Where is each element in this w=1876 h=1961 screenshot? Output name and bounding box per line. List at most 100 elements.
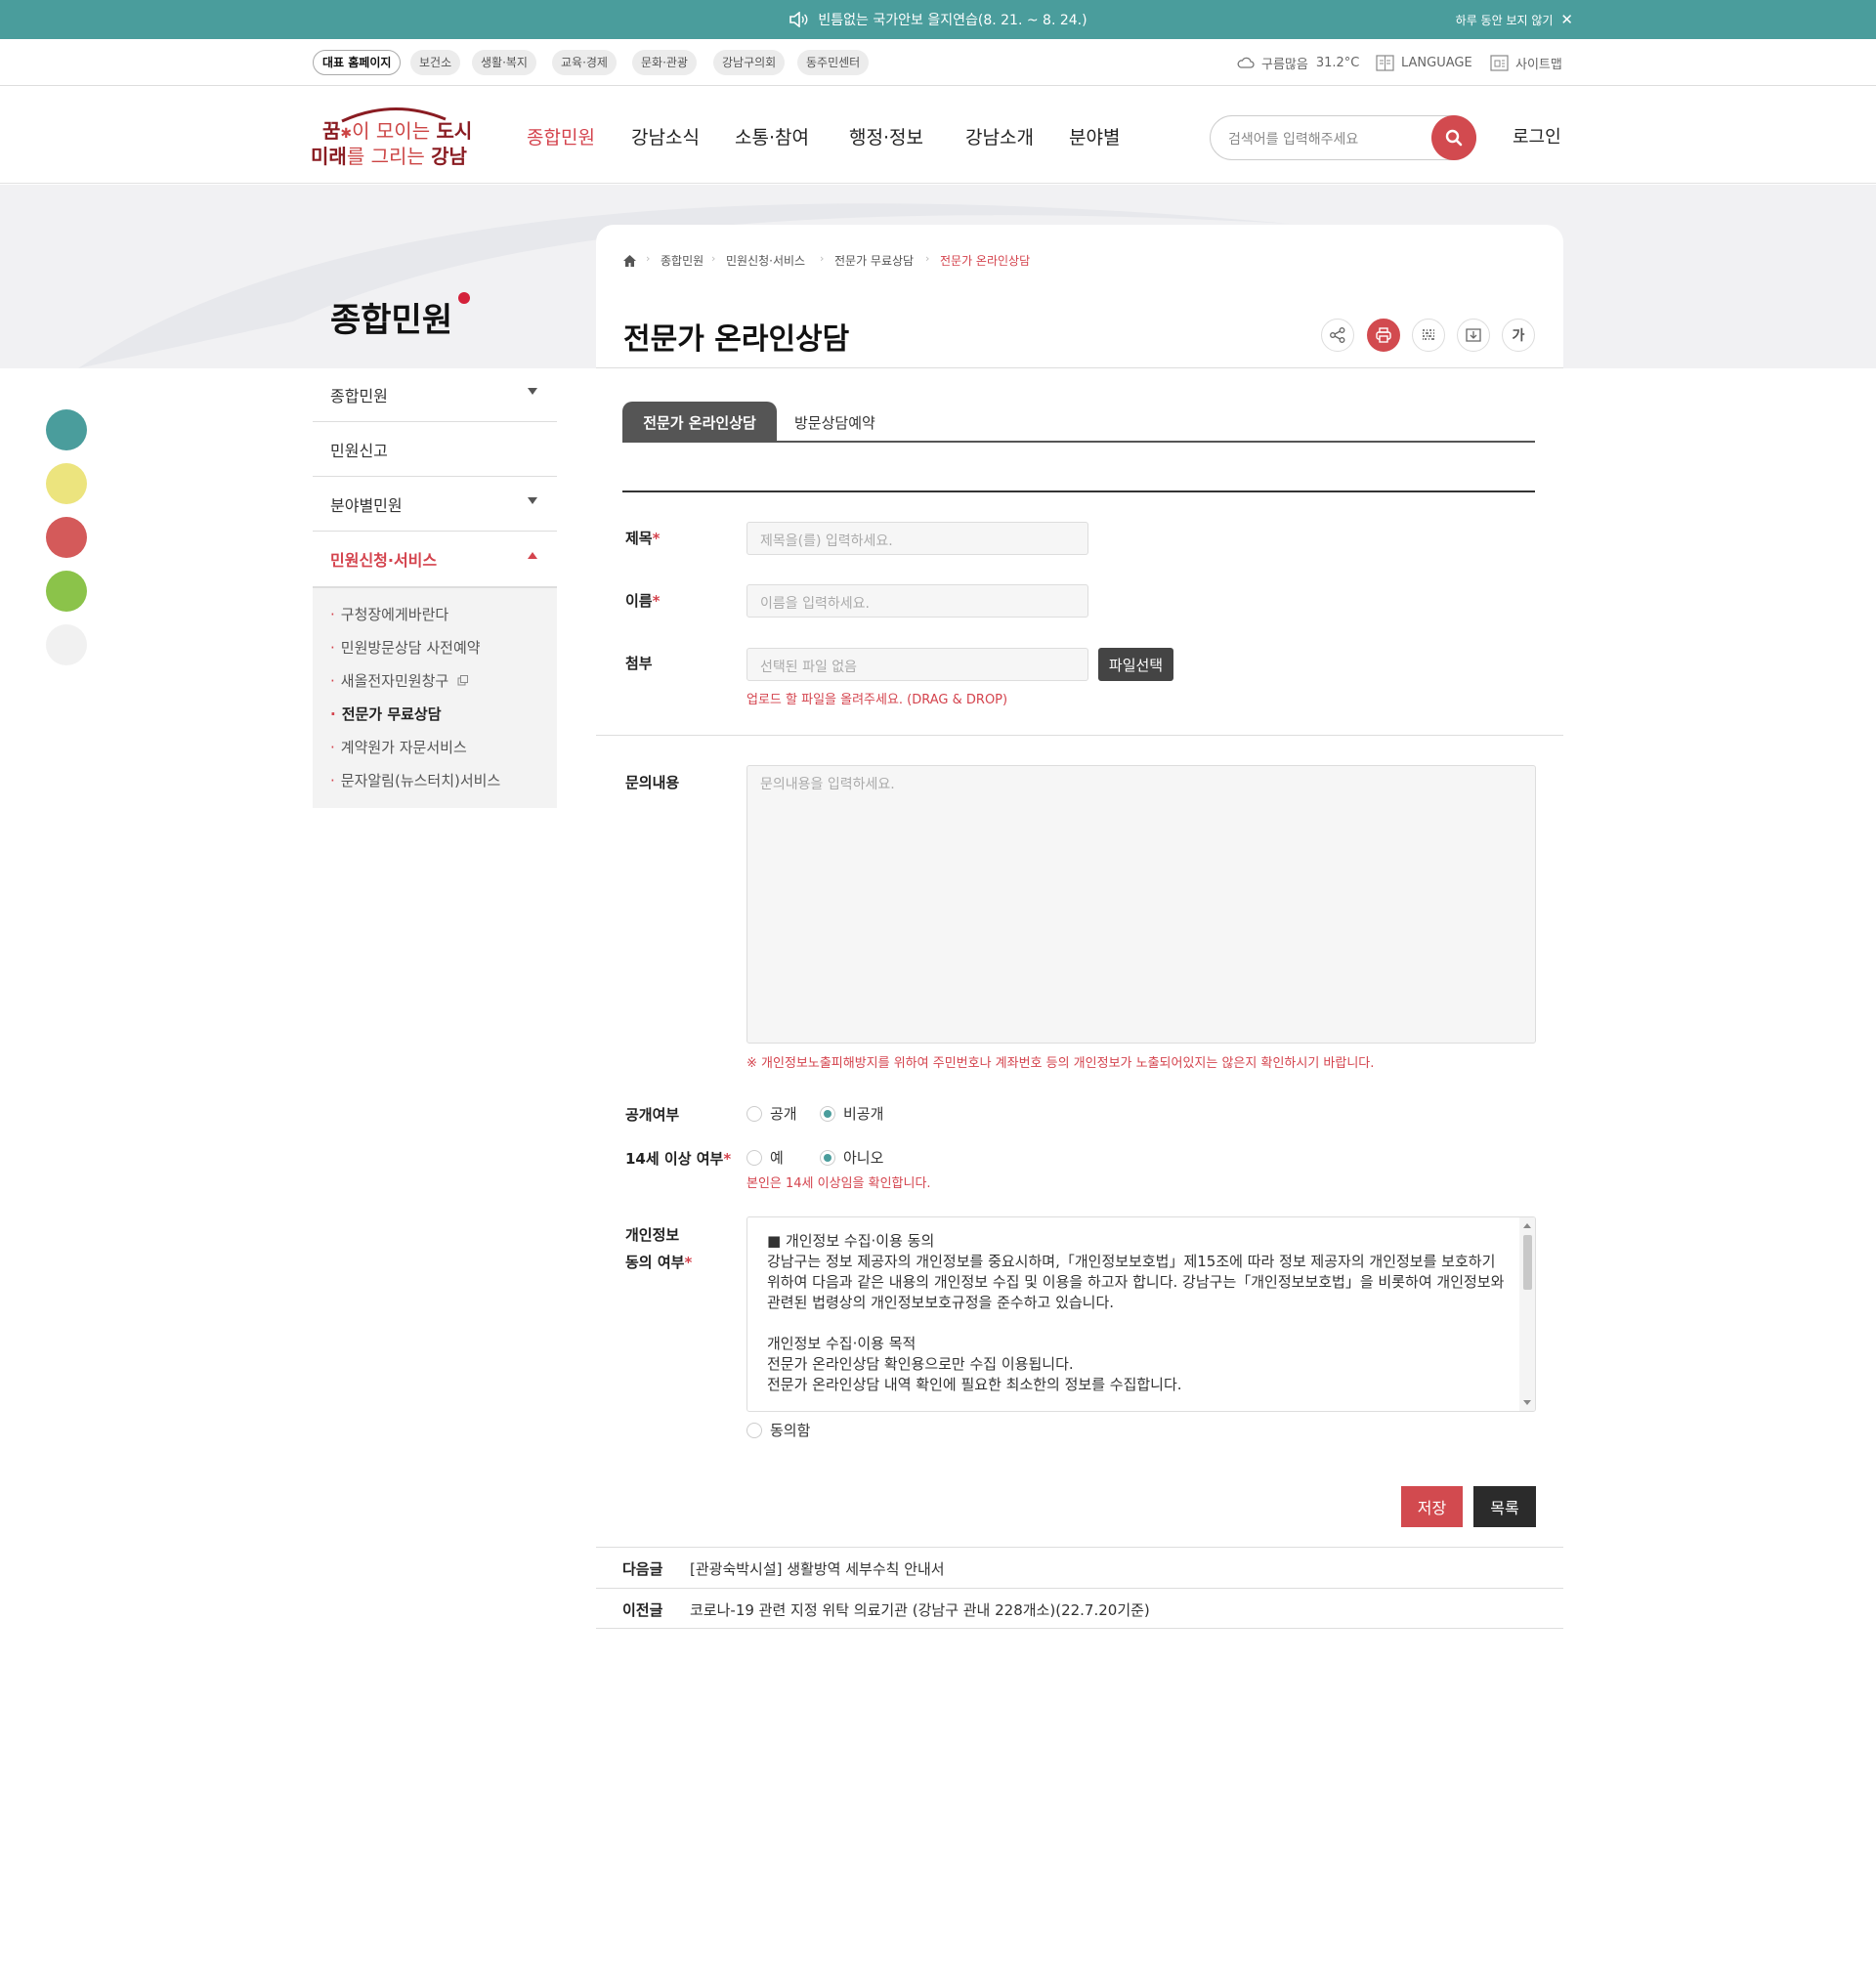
quick-menu-dot[interactable] [46, 571, 87, 612]
consent-checkbox[interactable]: 동의함 [746, 1420, 810, 1440]
age-radio-yes[interactable]: 예 [746, 1147, 784, 1168]
scrollbar[interactable] [1519, 1217, 1535, 1411]
lnb-sub-item-label: 구청장에게바란다 [340, 606, 449, 623]
close-icon: ✕ [1560, 11, 1573, 28]
next-post-row[interactable]: 다음글 [관광숙박시설] 생활방역 세부수칙 안내서 [596, 1547, 1563, 1588]
gnb-item-news[interactable]: 강남소식 [631, 123, 700, 149]
lnb-item-label: 분야별민원 [330, 495, 403, 515]
share-button[interactable] [1321, 319, 1354, 352]
breadcrumb-item[interactable]: 민원신청·서비스 [726, 252, 805, 269]
quick-menu-dot[interactable] [46, 463, 87, 504]
privacy-terms-box[interactable]: ■ 개인정보 수집·이용 동의 강남구는 정보 제공자의 개인정보를 중요시하며… [746, 1216, 1536, 1412]
lnb-sub-item-current[interactable]: · 전문가 무료상담 [330, 703, 442, 724]
lnb-sub-item[interactable]: · 새올전자민원창구 [330, 670, 468, 691]
public-radio-open[interactable]: 공개 [746, 1103, 797, 1124]
public-radio-private[interactable]: 비공개 [820, 1103, 883, 1124]
logo-text: 를 그리는 [346, 145, 432, 168]
tab-underline [622, 441, 1535, 443]
lnb-item-civil-affairs[interactable]: 종합민원 [313, 367, 557, 422]
tab-visit-reservation[interactable]: 방문상담예약 [794, 402, 875, 443]
prev-post-row[interactable]: 이전글 코로나-19 관련 지정 위탁 의료기관 (강남구 관내 228개소)(… [596, 1588, 1563, 1629]
consent-label: 개인정보 동의 여부* [625, 1226, 693, 1271]
chevron-down-icon [528, 497, 537, 504]
site-link-education[interactable]: 교육·경제 [552, 50, 617, 75]
sitemap-label: 사이트맵 [1515, 57, 1562, 72]
sitemap-icon [1490, 54, 1509, 71]
site-link-culture[interactable]: 문화·관광 [632, 50, 697, 75]
radio-label: 아니오 [843, 1149, 884, 1167]
qr-button[interactable] [1412, 319, 1445, 352]
weather-label: 구름많음 [1261, 57, 1308, 72]
gnb-item-by-field[interactable]: 분야별 [1069, 123, 1120, 149]
download-button[interactable] [1457, 319, 1490, 352]
scroll-down-icon[interactable] [1523, 1400, 1531, 1405]
sitemap-button[interactable]: 사이트맵 [1490, 39, 1562, 86]
breadcrumb-separator: › [646, 252, 651, 265]
lnb-sub-item[interactable]: · 구청장에게바란다 [330, 604, 448, 624]
lnb-item-complaint-report[interactable]: 민원신고 [313, 422, 557, 477]
lnb-sub-item[interactable]: · 문자알림(뉴스터치)서비스 [330, 770, 500, 790]
print-button[interactable] [1367, 319, 1400, 352]
breadcrumb-current: 전문가 온라인상담 [940, 254, 1031, 268]
lnb-sub-item[interactable]: · 민원방문상담 사전예약 [330, 637, 481, 658]
lnb-item-application-service[interactable]: 민원신청·서비스 [313, 532, 557, 588]
name-input[interactable]: 이름을 입력하세요. [746, 584, 1088, 618]
page-title: 전문가 온라인상담 [623, 322, 850, 357]
notice-link[interactable]: 빈틈없는 국가안보 을지연습(8. 21. ~ 8. 24.) [0, 0, 1876, 39]
content-textarea[interactable]: 문의내용을 입력하세요. [746, 765, 1536, 1044]
language-button[interactable]: LANGUAGE [1376, 39, 1472, 86]
site-link-council[interactable]: 강남구의회 [713, 50, 786, 75]
quick-menu-dot[interactable] [46, 517, 87, 558]
age-label: 14세 이상 여부* [625, 1150, 732, 1168]
gnb-item-participation[interactable]: 소통·참여 [735, 123, 809, 149]
privacy-warning: ※ 개인정보노출피해방지를 위하여 주민번호나 계좌번호 등의 개인정보가 노출… [746, 1056, 1375, 1071]
download-icon [1466, 328, 1481, 342]
gangnam-logo[interactable]: 꿈✱이 모이는 도시 미래를 그리는 강남 [311, 104, 472, 168]
prev-post-label: 이전글 [622, 1601, 663, 1619]
list-button[interactable]: 목록 [1473, 1486, 1536, 1527]
upload-note: 업로드 할 파일을 올려주세요. (DRAG & DROP) [746, 693, 1008, 707]
prev-post-title[interactable]: 코로나-19 관련 지정 위탁 의료기관 (강남구 관내 228개소)(22.7… [690, 1599, 1150, 1620]
quick-menu-dot[interactable] [46, 624, 87, 665]
external-link-icon [457, 675, 468, 686]
search-input[interactable]: 검색어를 입력해주세요 [1228, 129, 1358, 149]
language-label: LANGUAGE [1401, 55, 1472, 70]
next-post-title[interactable]: [관광숙박시설] 생활방역 세부수칙 안내서 [690, 1558, 945, 1579]
lnb-sub-item[interactable]: · 계약원가 자문서비스 [330, 737, 467, 757]
breadcrumb-separator: › [711, 252, 716, 265]
logo-text: 강남 [431, 145, 467, 168]
notice-close-button[interactable]: 하루 동안 보지 않기 ✕ [1456, 0, 1573, 39]
login-button[interactable]: 로그인 [1513, 123, 1561, 149]
search-box[interactable]: 검색어를 입력해주세요 [1210, 115, 1476, 160]
title-input[interactable]: 제목을(를) 입력하세요. [746, 522, 1088, 555]
radio-label: 공개 [770, 1105, 797, 1123]
home-icon[interactable] [623, 252, 636, 271]
file-input[interactable]: 선택된 파일 없음 [746, 648, 1088, 681]
tab-online-consult[interactable]: 전문가 온라인상담 [622, 402, 777, 443]
save-button[interactable]: 저장 [1401, 1486, 1463, 1527]
age-radio-no[interactable]: 아니오 [820, 1147, 883, 1168]
radio-label: 비공개 [843, 1105, 884, 1123]
file-select-button[interactable]: 파일선택 [1098, 648, 1173, 681]
scrollbar-thumb[interactable] [1523, 1235, 1532, 1290]
speaker-icon [789, 12, 808, 27]
gnb-item-administration[interactable]: 행정·정보 [849, 123, 923, 149]
site-link-community-center[interactable]: 동주민센터 [797, 50, 870, 75]
breadcrumb-item[interactable]: 종합민원 [661, 252, 704, 269]
title-label: 제목* [625, 530, 661, 547]
scroll-up-icon[interactable] [1523, 1223, 1531, 1228]
gnb-item-about[interactable]: 강남소개 [965, 123, 1034, 149]
lnb-item-by-field[interactable]: 분야별민원 [313, 477, 557, 532]
radio-icon [746, 1149, 762, 1166]
quick-menu-dot[interactable] [46, 409, 87, 450]
gnb-item-civil-affairs[interactable]: 종합민원 [527, 123, 595, 149]
site-link-health[interactable]: 보건소 [410, 50, 461, 75]
breadcrumb-item[interactable]: 전문가 무료상담 [834, 252, 914, 269]
search-button[interactable] [1431, 115, 1476, 160]
logo-text: 도시 [436, 119, 473, 143]
divider [596, 367, 1563, 368]
site-link-welfare[interactable]: 생활·복지 [472, 50, 536, 75]
site-link-main[interactable]: 대표 홈페이지 [313, 50, 402, 75]
font-size-button[interactable]: 가 [1502, 319, 1535, 352]
next-post-label: 다음글 [622, 1560, 663, 1578]
